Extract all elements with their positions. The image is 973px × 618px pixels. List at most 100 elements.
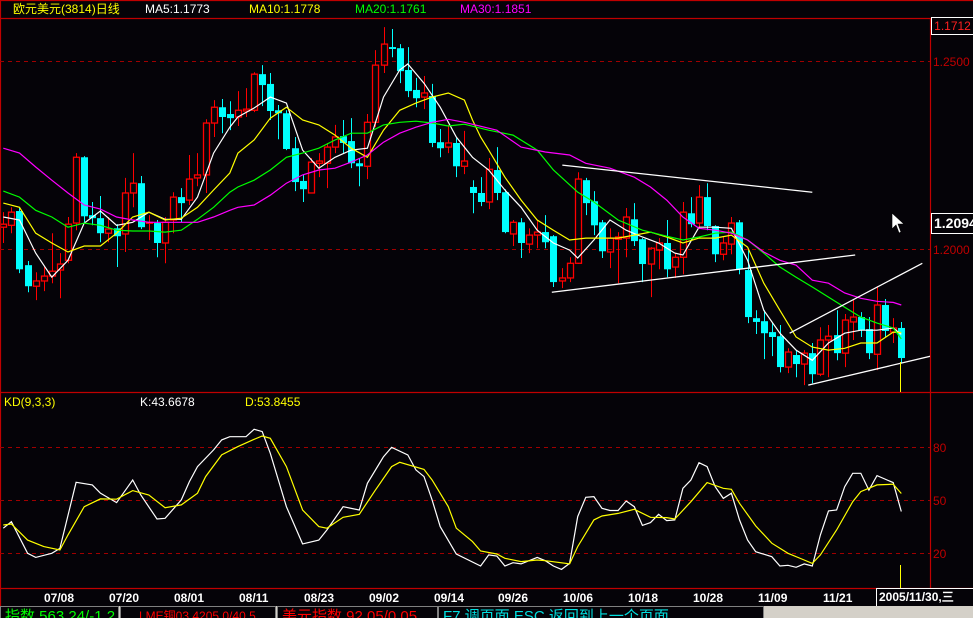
ma20-value: MA20:1.1761	[355, 2, 427, 16]
candle-down	[453, 138, 460, 178]
kd-indicator-name[interactable]: KD(9,3,3)	[4, 395, 55, 409]
candle-body	[121, 192, 130, 235]
status-lme-text: LME铜03 4205.0/40.5	[139, 609, 256, 618]
candle-down	[631, 203, 638, 246]
candle-up	[444, 124, 453, 154]
candle-body	[437, 142, 444, 149]
candle-body	[509, 221, 518, 235]
candle-up	[161, 217, 170, 264]
candle-down	[81, 156, 88, 224]
candle-body	[736, 222, 743, 270]
candle-body	[307, 161, 316, 194]
candle-up	[558, 268, 567, 289]
candle-down	[267, 73, 274, 121]
price-tick-label: 1.2000	[933, 242, 970, 257]
candle-body	[809, 353, 816, 375]
candle-up	[719, 236, 728, 261]
date-label: 10/06	[563, 591, 594, 605]
candle-down	[777, 324, 784, 373]
candle-body	[647, 247, 656, 265]
candle-up	[202, 119, 211, 193]
candle-body	[348, 141, 355, 164]
candle-up	[121, 177, 130, 253]
candle-body	[704, 197, 711, 227]
candle-down	[761, 310, 768, 360]
candle-body	[777, 336, 784, 368]
status-lme-copper[interactable]: LME铜03 4205.0/40.5	[120, 606, 276, 618]
date-label: 10/18	[628, 591, 659, 605]
candle-down	[502, 189, 509, 234]
candle-down	[437, 129, 444, 158]
candle-body	[429, 95, 436, 143]
candle-down	[356, 158, 363, 187]
candle-body	[695, 196, 704, 224]
chart-title: 欧元美元(3814)日线	[13, 2, 120, 16]
ma5-value: MA5:1.1773	[145, 2, 210, 16]
date-label: 11/09	[758, 591, 788, 605]
candle-body	[858, 317, 865, 331]
candle-down	[882, 299, 889, 337]
date-label: 10/28	[693, 591, 724, 605]
candle-up	[509, 220, 518, 246]
candle-down	[542, 215, 549, 249]
candle-body	[671, 256, 680, 268]
candle-body	[769, 332, 776, 337]
candle-body	[356, 163, 363, 167]
candle-body	[185, 178, 194, 201]
candle-body	[470, 186, 477, 193]
status-bar: 指数 563.24/-1.2 LME铜03 4205.0/40.5 美元指数 9…	[0, 606, 973, 618]
candle-body	[525, 234, 534, 245]
candle-body	[745, 270, 752, 318]
candle-up	[185, 155, 194, 206]
candle-down	[793, 350, 800, 378]
candle-down	[898, 321, 905, 364]
candle-body	[32, 280, 41, 287]
status-index[interactable]: 指数 563.24/-1.2	[0, 606, 119, 618]
candle-body	[622, 216, 631, 239]
candle-down	[154, 220, 161, 258]
candle-down	[639, 238, 646, 283]
candle-up	[380, 27, 389, 74]
date-label: 07/08	[44, 591, 75, 605]
candle-up	[7, 207, 16, 234]
candle-body	[300, 180, 307, 190]
candle-up	[873, 286, 882, 371]
status-index-text: 指数 563.24/-1.2	[5, 608, 116, 618]
candles-layer	[1, 27, 905, 386]
candle-down	[397, 44, 404, 84]
status-usd-index[interactable]: 美元指数 92.05/0.05	[277, 606, 438, 618]
candle-up	[129, 153, 138, 208]
date-label: 09/14	[434, 591, 465, 605]
kd-tick-label: 80	[933, 440, 947, 455]
candle-body	[558, 277, 567, 282]
candle-up	[671, 253, 680, 278]
candle-body	[631, 219, 638, 242]
k-line	[2, 428, 902, 571]
candle-up	[72, 153, 81, 231]
stock-chart-window: 欧元美元(3814)日线 MA5:1.1773 MA10:1.1778 MA20…	[0, 0, 973, 618]
candle-body	[72, 156, 81, 224]
candle-down	[275, 104, 282, 140]
candle-down	[753, 310, 760, 334]
candle-up	[533, 220, 542, 249]
chart-canvas[interactable]	[0, 0, 973, 618]
date-label: 08/23	[304, 591, 335, 605]
candle-down	[591, 191, 598, 236]
candle-body	[227, 114, 234, 119]
kd-tick-label: 20	[933, 546, 947, 561]
candle-body	[793, 355, 800, 365]
candle-body	[169, 196, 178, 221]
candle-body	[639, 239, 646, 265]
status-hint-text: F7 调页面 ESC 返回到上一个页面	[443, 608, 669, 618]
candle-body	[193, 174, 202, 179]
candle-up	[460, 130, 469, 175]
candle-up	[606, 228, 615, 269]
date-label: 08/01	[174, 591, 205, 605]
candle-down	[736, 220, 743, 275]
candle-up	[145, 215, 154, 240]
candle-down	[704, 183, 711, 231]
candle-up	[234, 91, 243, 127]
candle-down	[16, 208, 23, 274]
candle-body	[866, 329, 873, 354]
candle-down	[494, 147, 501, 201]
